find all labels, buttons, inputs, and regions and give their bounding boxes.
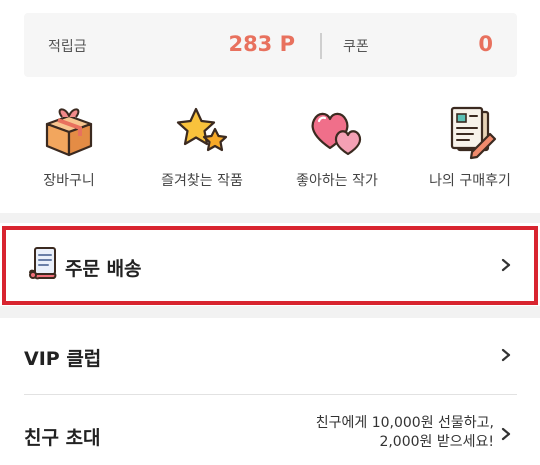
shortcut-favorite-works-label: 즐겨찾는 작품 — [161, 173, 243, 189]
coupon-value[interactable]: 0 — [478, 32, 493, 56]
points-card: 적립금 283 P 쿠폰 0 — [24, 13, 517, 77]
menu-order-delivery-label: 주문 배송 — [65, 258, 142, 280]
shortcut-cart[interactable]: 장바구니 — [4, 100, 134, 200]
hearts-icon — [311, 112, 362, 156]
section-separator — [0, 213, 540, 223]
review-document-icon — [450, 106, 497, 160]
chevron-right-icon — [501, 427, 511, 441]
invite-promo-line2: 2,000원 받으세요! — [379, 434, 494, 450]
shortcut-liked-artists-label: 좋아하는 작가 — [296, 173, 378, 189]
shortcut-cart-label: 장바구니 — [43, 173, 95, 189]
scroll-icon — [29, 247, 57, 280]
section-separator — [0, 306, 540, 318]
coupon-label: 쿠폰 — [343, 39, 369, 55]
invite-promo-text: 친구에게 10,000원 선물하고, 2,000원 받으세요! — [316, 414, 494, 452]
shortcut-my-reviews-label: 나의 구매후기 — [429, 173, 511, 189]
menu-vip-club-label: VIP 클럽 — [24, 348, 102, 370]
points-divider — [320, 33, 322, 59]
menu-order-delivery[interactable]: 주문 배송 — [0, 223, 540, 306]
menu-invite-friends-label: 친구 초대 — [24, 427, 101, 449]
shortcut-my-reviews[interactable]: 나의 구매후기 — [405, 100, 535, 200]
chevron-right-icon — [501, 348, 511, 362]
shortcut-liked-artists[interactable]: 좋아하는 작가 — [272, 100, 402, 200]
invite-promo-line1: 친구에게 10,000원 선물하고, — [315, 415, 494, 431]
menu-vip-club[interactable]: VIP 클럽 — [0, 318, 540, 394]
reward-points-value[interactable]: 283 P — [228, 32, 295, 56]
stars-icon — [176, 107, 228, 152]
shortcut-bar: 장바구니 즐겨찾는 작품 좋아하는 작가 나의 구매후기 — [0, 100, 540, 200]
menu-invite-friends[interactable]: 친구 초대 친구에게 10,000원 선물하고, 2,000원 받으세요! — [0, 395, 540, 465]
gift-box-icon — [45, 108, 93, 157]
shortcut-favorite-works[interactable]: 즐겨찾는 작품 — [137, 100, 267, 200]
reward-points-label: 적립금 — [48, 39, 87, 55]
chevron-right-icon — [501, 258, 511, 272]
